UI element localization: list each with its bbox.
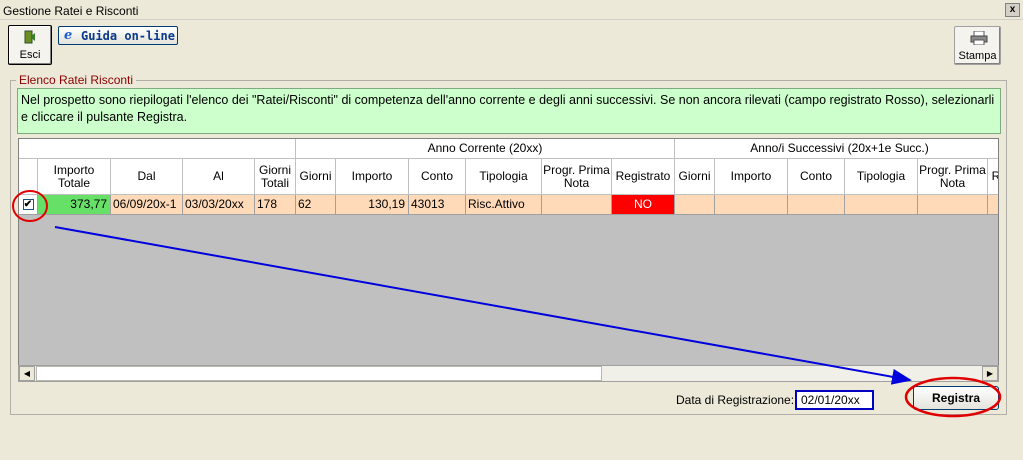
esci-button[interactable]: Esci — [8, 25, 52, 65]
cell-importo: 130,19 — [336, 195, 409, 215]
check-icon[interactable]: ✔ — [22, 199, 34, 210]
header-r-truncated[interactable]: R — [988, 159, 998, 195]
cell-importo-totale: 373,77 — [38, 195, 111, 215]
cell-progr-prima-nota — [542, 195, 612, 215]
stampa-button[interactable]: Stampa — [954, 26, 1001, 65]
printer-icon — [970, 31, 988, 45]
header-giorni[interactable]: Giorni — [296, 159, 336, 195]
window-title: Gestione Ratei e Risconti — [3, 4, 139, 18]
scroll-right-icon[interactable]: ▶ — [982, 366, 998, 381]
header-progr-succ[interactable]: Progr. Prima Nota — [918, 159, 988, 195]
header-importo-totale[interactable]: Importo Totale — [38, 159, 111, 195]
cell-registrato-status: NO — [612, 195, 675, 215]
cell-giorni: 62 — [296, 195, 336, 215]
info-message: Nel prospetto sono riepilogati l'elenco … — [17, 88, 1001, 134]
cell-giorni-totali: 178 — [255, 195, 296, 215]
row-select-checkbox[interactable]: ✔ — [19, 195, 38, 215]
cell-giorni-succ — [675, 195, 715, 215]
header-tipologia[interactable]: Tipologia — [466, 159, 542, 195]
exit-icon — [24, 30, 35, 44]
guida-label: Guida on-line — [81, 29, 175, 43]
scroll-left-icon[interactable]: ◀ — [19, 366, 35, 381]
browser-icon: e — [64, 28, 73, 43]
close-button[interactable]: x — [1005, 3, 1020, 17]
cell-r-succ — [988, 195, 998, 215]
header-giorni-totali[interactable]: Giorni Totali — [255, 159, 296, 195]
header-importo-succ[interactable]: Importo — [715, 159, 788, 195]
header-importo[interactable]: Importo — [336, 159, 409, 195]
esci-label: Esci — [19, 49, 41, 61]
header-spacer — [19, 139, 296, 159]
header-select — [19, 159, 38, 195]
cell-al: 03/03/20xx — [183, 195, 255, 215]
scroll-thumb[interactable] — [36, 366, 602, 381]
cell-conto-succ — [788, 195, 845, 215]
title-bar: Gestione Ratei e Risconti x — [0, 0, 1023, 20]
cell-progr-succ — [918, 195, 988, 215]
header-dal[interactable]: Dal — [111, 159, 183, 195]
cell-importo-succ — [715, 195, 788, 215]
cell-dal: 06/09/20x-1 — [111, 195, 183, 215]
cell-conto: 43013 — [409, 195, 466, 215]
header-progr-prima-nota[interactable]: Progr. Prima Nota — [542, 159, 612, 195]
cell-tipologia: Risc.Attivo — [466, 195, 542, 215]
ratei-grid[interactable]: Anno Corrente (20xx) Anno/i Successivi (… — [18, 138, 999, 382]
stampa-label: Stampa — [958, 50, 997, 62]
header-giorni-succ[interactable]: Giorni — [675, 159, 715, 195]
data-registrazione-input[interactable]: 02/01/20xx — [795, 390, 874, 410]
cell-tipologia-succ — [845, 195, 918, 215]
header-registrato[interactable]: Registrato — [612, 159, 675, 195]
guida-online-button[interactable]: e Guida on-line — [58, 26, 178, 45]
header-al[interactable]: Al — [183, 159, 255, 195]
horizontal-scrollbar[interactable]: ◀ ▶ — [18, 365, 999, 382]
data-registrazione-label: Data di Registrazione: — [676, 393, 795, 407]
header-conto[interactable]: Conto — [409, 159, 466, 195]
section-title: Elenco Ratei Risconti — [16, 73, 137, 87]
header-anno-corrente: Anno Corrente (20xx) — [296, 139, 675, 159]
registra-button[interactable]: Registra — [913, 386, 999, 410]
header-conto-succ[interactable]: Conto — [788, 159, 845, 195]
header-anni-successivi: Anno/i Successivi (20x+1e Succ.) — [675, 139, 998, 159]
header-tipologia-succ[interactable]: Tipologia — [845, 159, 918, 195]
